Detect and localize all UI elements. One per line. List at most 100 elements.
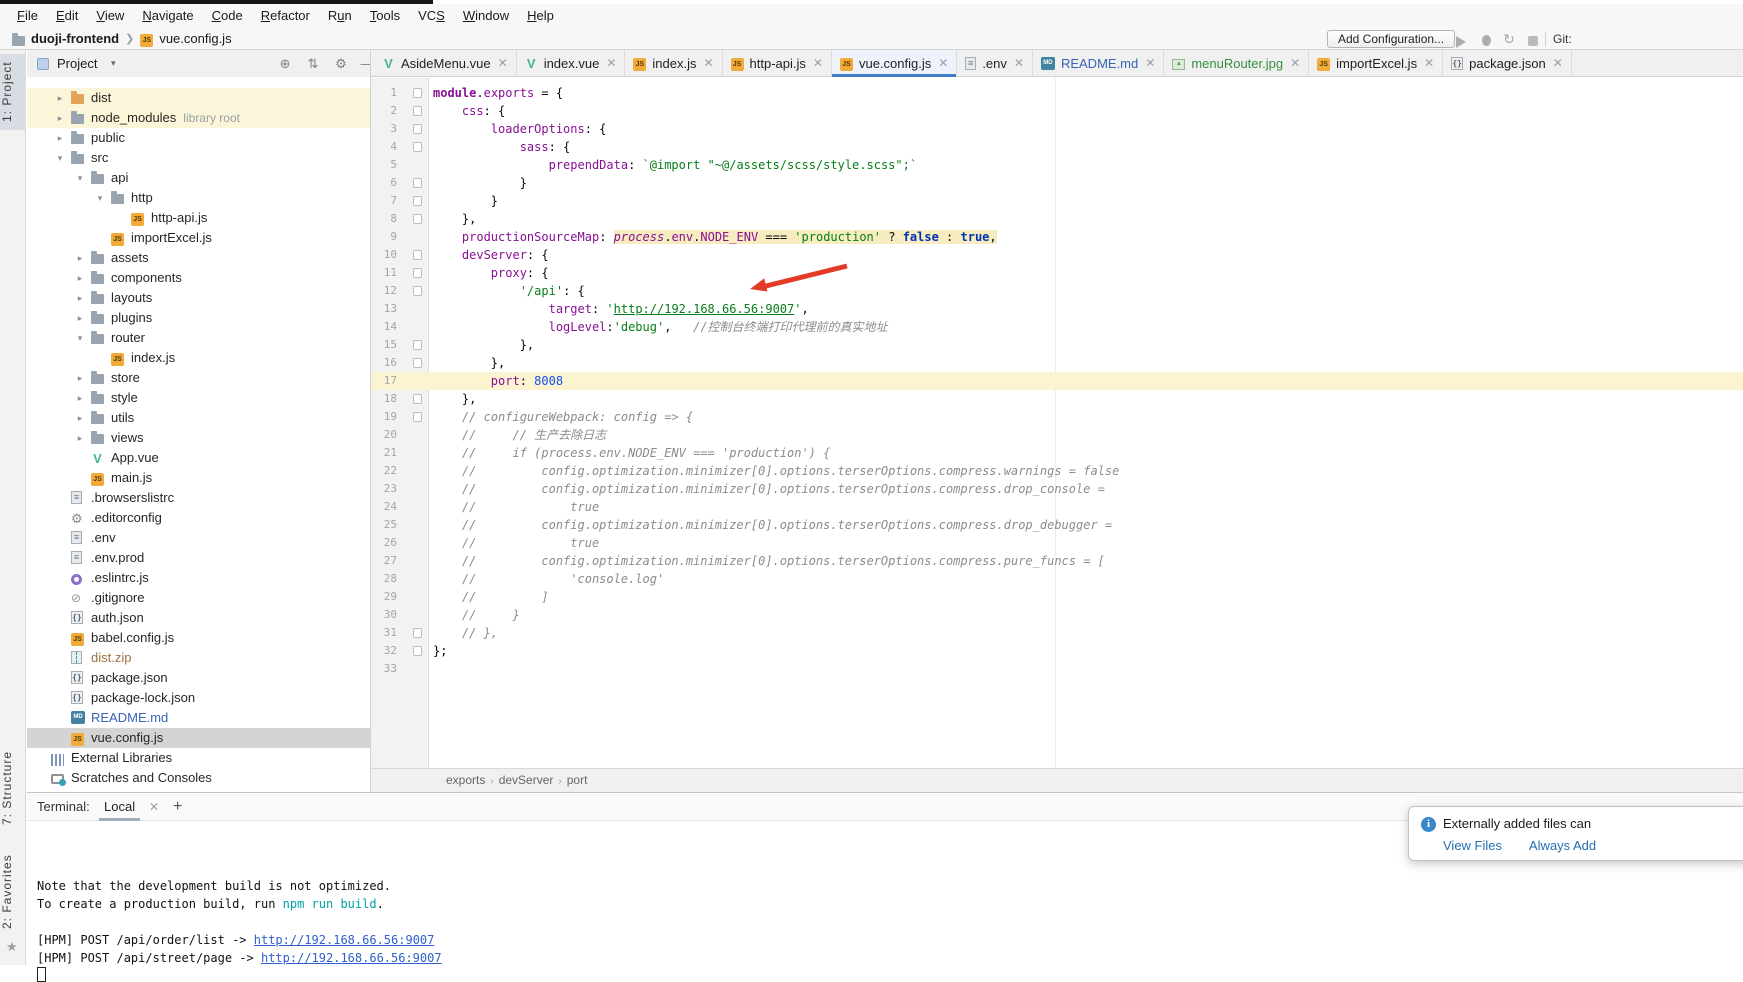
code-line-32[interactable]: 32}; <box>371 642 1743 660</box>
code-line-10[interactable]: 10 devServer: { <box>371 246 1743 264</box>
line-number[interactable]: 11 <box>371 264 397 282</box>
tree-item-assets[interactable]: ▸assets <box>27 248 370 268</box>
fold-marker[interactable] <box>413 106 422 116</box>
line-number[interactable]: 31 <box>371 624 397 642</box>
line-number[interactable]: 29 <box>371 588 397 606</box>
code-line-15[interactable]: 15 }, <box>371 336 1743 354</box>
line-number[interactable]: 6 <box>371 174 397 192</box>
line-number[interactable]: 17 <box>371 372 397 390</box>
editor-tab-README.md[interactable]: MDREADME.md✕ <box>1033 50 1164 76</box>
tab-close-icon[interactable]: ✕ <box>1290 56 1300 70</box>
code-line-17[interactable]: 17 port: 8008 <box>371 372 1743 390</box>
code-line-2[interactable]: 2 css: { <box>371 102 1743 120</box>
breadcrumb-file[interactable]: vue.config.js <box>159 28 231 50</box>
tree-item-App.vue[interactable]: VApp.vue <box>27 448 370 468</box>
tree-item-router[interactable]: ▾router <box>27 328 370 348</box>
editor-tab-package.json[interactable]: {}package.json✕ <box>1443 50 1572 76</box>
fold-marker[interactable] <box>413 268 422 278</box>
tree-item-.env[interactable]: ≡.env <box>27 528 370 548</box>
fold-marker[interactable] <box>413 394 422 404</box>
tool-button-favorites[interactable]: 2: Favorites <box>0 848 26 936</box>
code-line-8[interactable]: 8 }, <box>371 210 1743 228</box>
fold-marker[interactable] <box>413 250 422 260</box>
breadcrumb-port[interactable]: port <box>567 773 588 787</box>
menu-vcs[interactable]: VCS <box>409 4 454 28</box>
menu-edit[interactable]: Edit <box>47 4 87 28</box>
fold-marker[interactable] <box>413 358 422 368</box>
line-number[interactable]: 3 <box>371 120 397 138</box>
fold-marker[interactable] <box>413 412 422 422</box>
code-line-11[interactable]: 11 proxy: { <box>371 264 1743 282</box>
menu-code[interactable]: Code <box>203 4 252 28</box>
code-line-20[interactable]: 20 // // 生产去除日志 <box>371 426 1743 444</box>
chevron-collapsed-icon[interactable]: ▸ <box>73 428 87 448</box>
fold-marker[interactable] <box>413 178 422 188</box>
line-number[interactable]: 25 <box>371 516 397 534</box>
chevron-expanded-icon[interactable]: ▾ <box>73 168 87 188</box>
favorites-star-icon[interactable]: ★ <box>6 939 18 955</box>
chevron-collapsed-icon[interactable]: ▸ <box>53 128 67 148</box>
chevron-collapsed-icon[interactable]: ▸ <box>73 368 87 388</box>
tree-item-importExcel.js[interactable]: JSimportExcel.js <box>27 228 370 248</box>
tab-close-icon[interactable]: ✕ <box>938 56 948 70</box>
chevron-collapsed-icon[interactable]: ▸ <box>73 408 87 428</box>
fold-marker[interactable] <box>413 628 422 638</box>
new-terminal-icon[interactable]: + <box>173 793 182 821</box>
project-panel-title[interactable]: Project <box>57 50 97 77</box>
editor-tab-http-api.js[interactable]: JShttp-api.js✕ <box>723 50 832 76</box>
line-number[interactable]: 27 <box>371 552 397 570</box>
add-configuration-button[interactable]: Add Configuration... <box>1327 30 1455 48</box>
code-line-4[interactable]: 4 sass: { <box>371 138 1743 156</box>
line-number[interactable]: 33 <box>371 660 397 678</box>
tree-item-.editorconfig[interactable]: ⚙.editorconfig <box>27 508 370 528</box>
line-number[interactable]: 7 <box>371 192 397 210</box>
tree-item-index.js[interactable]: JSindex.js <box>27 348 370 368</box>
tab-close-icon[interactable]: ✕ <box>1424 56 1434 70</box>
code-line-30[interactable]: 30 // } <box>371 606 1743 624</box>
line-number[interactable]: 1 <box>371 84 397 102</box>
collapse-all-icon[interactable]: ⇅ <box>303 50 323 77</box>
line-number[interactable]: 24 <box>371 498 397 516</box>
tree-item-.browserslistrc[interactable]: ≡.browserslistrc <box>27 488 370 508</box>
chevron-expanded-icon[interactable]: ▾ <box>73 328 87 348</box>
code-line-7[interactable]: 7 } <box>371 192 1743 210</box>
line-number[interactable]: 16 <box>371 354 397 372</box>
tool-button-structure[interactable]: 7: Structure <box>0 742 26 834</box>
breadcrumb-devServer[interactable]: devServer <box>499 773 554 787</box>
tree-item-api[interactable]: ▾api <box>27 168 370 188</box>
code-editor[interactable]: 1module.exports = {2 css: {3 loaderOptio… <box>371 78 1743 768</box>
menu-help[interactable]: Help <box>518 4 563 28</box>
code-line-22[interactable]: 22 // config.optimization.minimizer[0].o… <box>371 462 1743 480</box>
tree-item-dist[interactable]: ▸dist <box>27 88 370 108</box>
tree-item-auth.json[interactable]: {}auth.json <box>27 608 370 628</box>
tab-close-icon[interactable]: ✕ <box>703 56 713 70</box>
tree-item-views[interactable]: ▸views <box>27 428 370 448</box>
chevron-collapsed-icon[interactable]: ▸ <box>73 268 87 288</box>
code-line-27[interactable]: 27 // config.optimization.minimizer[0].o… <box>371 552 1743 570</box>
view-files-link[interactable]: View Files <box>1443 838 1502 853</box>
line-number[interactable]: 18 <box>371 390 397 408</box>
tree-item-package.json[interactable]: {}package.json <box>27 668 370 688</box>
line-number[interactable]: 19 <box>371 408 397 426</box>
tree-item-External Libraries[interactable]: External Libraries <box>27 748 370 768</box>
tree-item-package-lock.json[interactable]: {}package-lock.json <box>27 688 370 708</box>
line-number[interactable]: 8 <box>371 210 397 228</box>
line-number[interactable]: 5 <box>371 156 397 174</box>
fold-marker[interactable] <box>413 196 422 206</box>
always-add-link[interactable]: Always Add <box>1529 838 1596 853</box>
terminal-tab-local[interactable]: Local <box>99 793 140 821</box>
chevron-expanded-icon[interactable]: ▾ <box>93 188 107 208</box>
tree-item-.gitignore[interactable]: ⊘.gitignore <box>27 588 370 608</box>
code-line-1[interactable]: 1module.exports = { <box>371 84 1743 102</box>
tab-close-icon[interactable]: ✕ <box>606 56 616 70</box>
tree-item-vue.config.js[interactable]: JSvue.config.js <box>27 728 370 748</box>
tree-item-layouts[interactable]: ▸layouts <box>27 288 370 308</box>
menu-refactor[interactable]: Refactor <box>252 4 319 28</box>
code-line-21[interactable]: 21 // if (process.env.NODE_ENV === 'prod… <box>371 444 1743 462</box>
editor-tab-importExcel.js[interactable]: JSimportExcel.js✕ <box>1309 50 1443 76</box>
code-line-14[interactable]: 14 logLevel:'debug', //控制台终端打印代理前的真实地址 <box>371 318 1743 336</box>
editor-tab-vue.config.js[interactable]: JSvue.config.js✕ <box>832 50 957 76</box>
chevron-collapsed-icon[interactable]: ▸ <box>53 108 67 128</box>
line-number[interactable]: 12 <box>371 282 397 300</box>
code-line-31[interactable]: 31 // }, <box>371 624 1743 642</box>
